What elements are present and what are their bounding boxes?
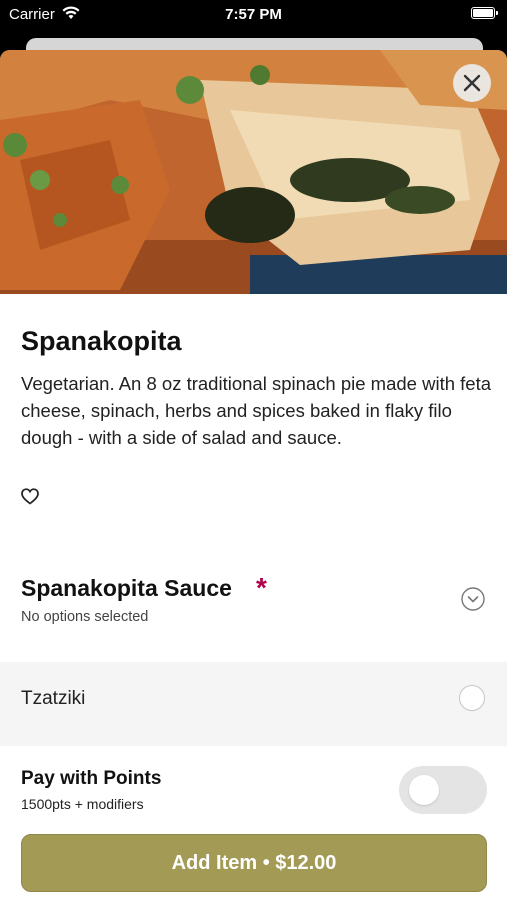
chevron-down-circle-icon[interactable] xyxy=(461,587,485,611)
option-row-tzatziki[interactable]: Tzatziki xyxy=(0,662,507,746)
clock: 7:57 PM xyxy=(225,6,282,23)
item-detail-sheet: Spanakopita Vegetarian. An 8 oz traditio… xyxy=(0,50,507,900)
battery-icon xyxy=(471,7,498,19)
add-item-button[interactable]: Add Item • $12.00 xyxy=(21,834,487,892)
modifier-group-title: Spanakopita Sauce xyxy=(21,575,232,601)
spanakopita-photo xyxy=(0,50,507,294)
pay-with-points-toggle[interactable] xyxy=(399,766,487,814)
item-title: Spanakopita xyxy=(21,326,182,356)
footer: Pay with Points 1500pts + modifiers Add … xyxy=(0,746,507,900)
status-bar: Carrier 7:57 PM xyxy=(0,0,507,30)
hero-image xyxy=(0,50,507,294)
close-button[interactable] xyxy=(453,64,491,102)
modifier-group-status: No options selected xyxy=(21,609,149,625)
points-title: Pay with Points xyxy=(21,768,162,789)
required-indicator: * xyxy=(256,572,267,603)
heart-icon[interactable] xyxy=(21,488,39,505)
item-description: Vegetarian. An 8 oz traditional spinach … xyxy=(21,373,491,448)
toggle-knob xyxy=(409,775,439,805)
option-label: Tzatziki xyxy=(21,688,86,709)
close-icon xyxy=(463,74,481,92)
points-subtitle: 1500pts + modifiers xyxy=(21,796,144,812)
option-radio[interactable] xyxy=(459,685,485,711)
